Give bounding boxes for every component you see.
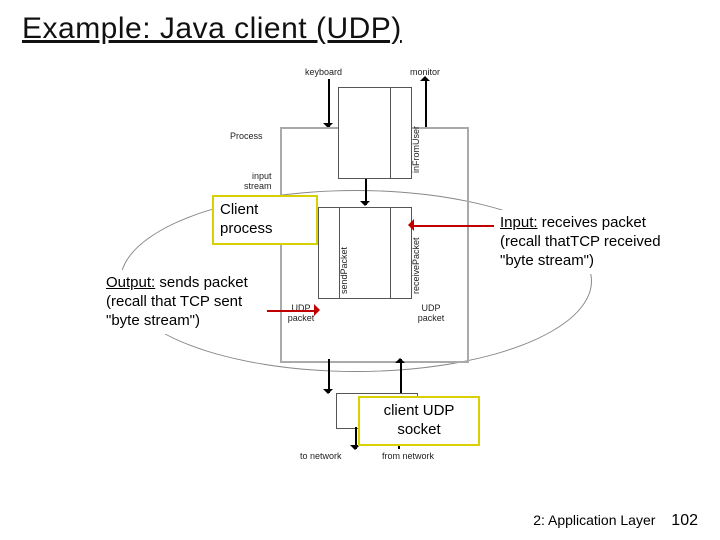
keyboard-label: keyboard: [305, 67, 342, 77]
infromuser-label: inFromUser: [411, 126, 421, 173]
from-network-label: from network: [382, 451, 434, 461]
tonet-head: [350, 445, 360, 455]
to-network-label: to network: [300, 451, 342, 461]
client-udp-socket-callout: client UDP socket: [358, 396, 480, 446]
udp-packet-right-label: UDP packet: [410, 303, 452, 323]
input-stream-label: input stream: [244, 171, 272, 191]
input-arrow: [412, 225, 494, 227]
footer-page: 102: [671, 512, 698, 529]
process-label: Process: [230, 131, 263, 141]
sendpacket-label: sendPacket: [339, 247, 349, 294]
footer-section: 2: Application Layer: [533, 512, 655, 528]
upper-inner-box: [338, 87, 394, 179]
send-down-arrow: [328, 359, 330, 393]
infromuser-strip: [390, 87, 412, 179]
receivepacket-label: receivePacket: [411, 237, 421, 294]
slide-footer: 2: Application Layer 102: [533, 512, 698, 530]
mid-arrow-head: [360, 201, 370, 211]
input-callout: Input: receives packet (recall thatTCP r…: [494, 210, 676, 274]
recv-up-arrow: [400, 359, 402, 393]
recv-up-head: [395, 353, 405, 363]
slide-title: Example: Java client (UDP): [22, 12, 402, 46]
output-arrow: [258, 310, 318, 312]
output-arrow-head: [314, 304, 326, 316]
keyboard-arrow: [328, 79, 330, 127]
input-arrow-head: [402, 219, 414, 231]
send-down-head: [323, 389, 333, 399]
monitor-arrow-head: [420, 71, 430, 81]
monitor-arrow: [425, 79, 427, 127]
sendpacket-strip: [318, 207, 340, 299]
client-process-callout: Client process: [212, 195, 318, 245]
output-callout: Output: sends packet (recall that TCP se…: [100, 270, 267, 334]
